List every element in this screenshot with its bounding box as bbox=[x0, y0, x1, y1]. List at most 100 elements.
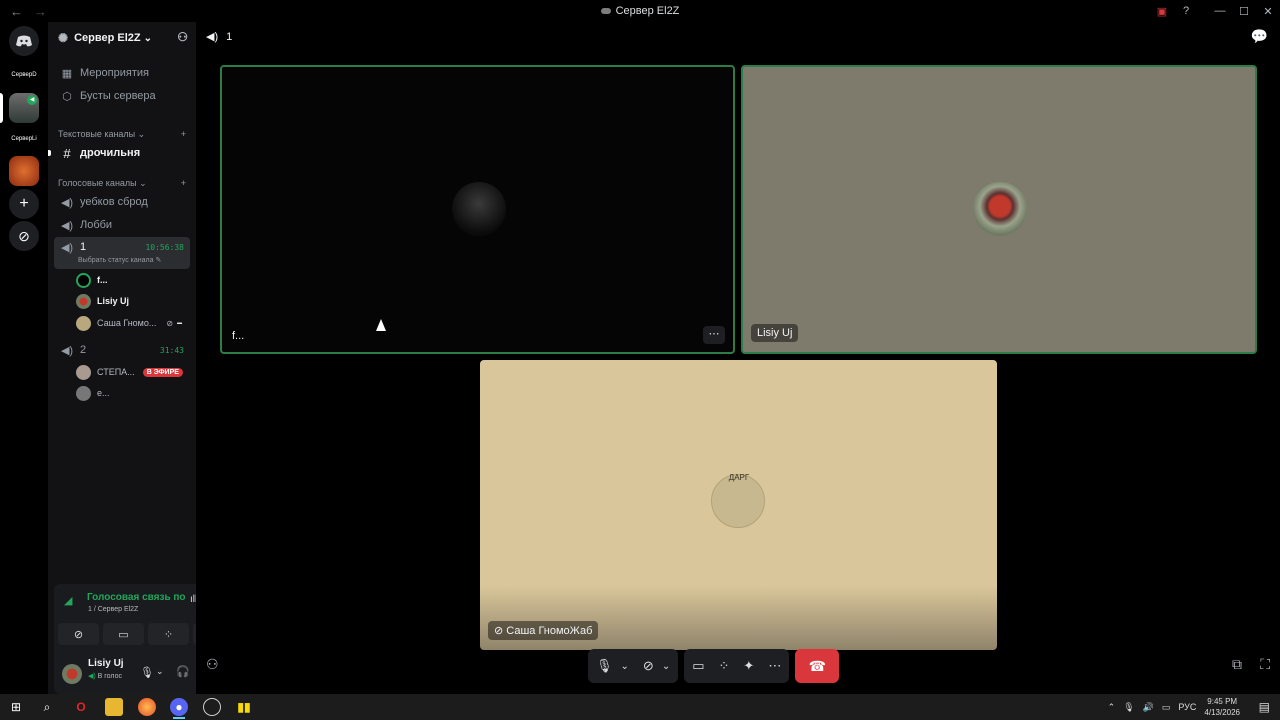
channel-status-hint[interactable]: Выбрать статус канала ✎ bbox=[78, 256, 161, 264]
text-channel-item[interactable]: # дрочильня bbox=[54, 143, 190, 163]
forward-button[interactable]: → bbox=[34, 4, 48, 19]
voice-channel-label: Лобби bbox=[80, 219, 113, 231]
more-options-icon[interactable]: ⋯ bbox=[768, 658, 781, 674]
network-icon[interactable]: ▭ bbox=[1162, 702, 1171, 713]
language-indicator[interactable]: РУС bbox=[1178, 702, 1196, 712]
windows-start-icon[interactable]: ⊞ bbox=[7, 698, 25, 716]
speaker-icon: ◀) bbox=[206, 31, 219, 43]
mic-camera-group: 🎙 ⌄ ⊘ ⌄ bbox=[588, 649, 679, 683]
window-title: Сервер El2Z bbox=[615, 5, 680, 17]
minimize-button[interactable]: — bbox=[1208, 5, 1232, 17]
voice-category[interactable]: Голосовые каналы ⌄ + bbox=[58, 178, 186, 189]
voice-user[interactable]: f... bbox=[76, 270, 190, 290]
voice-user[interactable]: СТЕПА... В ЭФИРЕ bbox=[76, 362, 190, 382]
tray-chevron-icon[interactable]: ⌃ bbox=[1108, 702, 1116, 713]
app-icon[interactable] bbox=[203, 698, 221, 716]
clock[interactable]: 9:45 PM 4/13/2026 bbox=[1204, 696, 1240, 718]
status-hint-text: Выбрать статус канала bbox=[78, 257, 154, 264]
discord-taskbar-icon[interactable]: ● bbox=[170, 698, 188, 716]
activities-icon[interactable]: ⁘ bbox=[719, 658, 730, 674]
avatar bbox=[76, 364, 91, 380]
activities-button[interactable]: ⁘ bbox=[148, 623, 189, 645]
popout-icon[interactable]: ⧉ bbox=[1232, 656, 1242, 673]
maximize-button[interactable]: ☐ bbox=[1232, 5, 1256, 18]
invite-to-call-icon[interactable]: ⚇ bbox=[206, 656, 219, 673]
guild-serverli[interactable]: СерверLi bbox=[9, 124, 39, 154]
add-channel-icon[interactable]: + bbox=[181, 129, 186, 140]
help-icon[interactable]: ? bbox=[1174, 5, 1198, 17]
explore-icon[interactable]: ⊘ bbox=[9, 221, 39, 251]
back-button[interactable]: ← bbox=[10, 4, 24, 19]
firefox-icon[interactable] bbox=[138, 698, 156, 716]
voice-channel-item[interactable]: ◀) 2 31:43 bbox=[54, 340, 190, 360]
avatar bbox=[76, 315, 91, 331]
signal-icon: ◢ bbox=[64, 595, 73, 607]
voice-channel-item-active[interactable]: ◀) 1 10:56:38 Выбрать статус канала ✎ bbox=[54, 237, 190, 269]
voice-channel-item[interactable]: ◀) уебков сброд bbox=[54, 192, 190, 212]
screen-share-indicator-icon[interactable]: ▣ bbox=[1150, 5, 1174, 18]
invite-icon[interactable]: ⚇ bbox=[177, 30, 188, 44]
search-icon[interactable]: ⌕ bbox=[38, 698, 56, 716]
participant-tile[interactable]: f... ⋯ bbox=[220, 65, 735, 354]
events-item[interactable]: ▦ Мероприятия bbox=[54, 63, 190, 83]
chevron-down-icon[interactable]: ⌄ bbox=[621, 661, 629, 672]
more-options-icon[interactable]: ⋯ bbox=[703, 326, 725, 344]
share-screen-button[interactable]: ▭ bbox=[103, 623, 144, 645]
voice-user[interactable]: Саша Гномо... ⊘ ━ bbox=[76, 313, 190, 333]
guild-label: СерверD bbox=[11, 72, 37, 78]
actions-group: ▭ ⁘ ✦ ⋯ bbox=[684, 649, 790, 683]
user-name[interactable]: Lisiy Uj bbox=[88, 658, 124, 669]
fullscreen-icon[interactable]: ⛶ bbox=[1260, 656, 1270, 673]
soundboard-icon[interactable]: ✦ bbox=[743, 658, 754, 674]
file-explorer-icon[interactable] bbox=[105, 698, 123, 716]
microphone-tray-icon[interactable]: 🎙 bbox=[1123, 702, 1134, 713]
discord-home-icon[interactable] bbox=[9, 26, 39, 56]
microphone-icon[interactable]: 🎙 bbox=[140, 666, 154, 679]
guild-el2z[interactable]: ◀ bbox=[9, 93, 39, 123]
add-server-icon[interactable]: + bbox=[9, 189, 39, 219]
headphones-icon[interactable]: 🎧 bbox=[176, 665, 190, 678]
participant-name: f... bbox=[232, 330, 245, 342]
voice-channel-item[interactable]: ◀) Лобби bbox=[54, 215, 190, 235]
chevron-down-icon: ⌄ bbox=[143, 32, 152, 44]
volume-icon[interactable]: 🔊 bbox=[1143, 702, 1154, 713]
hang-up-button[interactable]: ☎ bbox=[795, 649, 840, 683]
user-status: ◀) В голос bbox=[88, 672, 122, 680]
voice-location[interactable]: 1 / Сервер El2Z bbox=[88, 606, 138, 613]
guild-label: СерверLi bbox=[11, 136, 37, 142]
add-channel-icon[interactable]: + bbox=[181, 178, 186, 189]
pencil-icon: ✎ bbox=[155, 257, 162, 264]
participant-tile[interactable]: Lisiy Uj bbox=[741, 65, 1257, 354]
chevron-down-icon[interactable]: ⌄ bbox=[156, 666, 164, 677]
speaker-icon: ◀) bbox=[60, 344, 74, 357]
text-category[interactable]: Текстовые каналы ⌄ + bbox=[58, 129, 186, 140]
voice-user[interactable]: Lisiy Uj bbox=[76, 291, 190, 311]
participant-name: Lisiy Uj bbox=[751, 324, 799, 342]
chevron-down-icon[interactable]: ⌄ bbox=[662, 661, 670, 672]
voice-user-name: Lisiy Uj bbox=[97, 296, 130, 306]
camera-off-button[interactable]: ⊘ bbox=[58, 623, 99, 645]
microphone-icon[interactable]: 🎙 bbox=[596, 658, 613, 674]
voice-user[interactable]: e... bbox=[76, 383, 190, 403]
server-header[interactable]: ✺ Сервер El2Z ⌄ ⚇ bbox=[48, 22, 196, 54]
speaker-icon: ◀) bbox=[88, 673, 96, 680]
chat-bubble-icon[interactable]: 💬 bbox=[1251, 28, 1268, 45]
boost-icon: ⬡ bbox=[62, 90, 72, 103]
guild-fox[interactable] bbox=[9, 156, 39, 186]
guild-serverd[interactable]: СерверD bbox=[9, 60, 39, 90]
opera-icon[interactable]: O bbox=[72, 698, 90, 716]
call-area: ◀) 1 💬 f... ⋯ Lisiy Uj ДАРГ ⊘ Саша ГномоЖ… bbox=[196, 22, 1280, 694]
camera-off-icon[interactable]: ⊘ bbox=[643, 658, 654, 674]
boosts-item[interactable]: ⬡ Бусты сервера bbox=[54, 86, 190, 106]
server-name: Сервер El2Z bbox=[74, 32, 141, 44]
yellow-app-icon[interactable]: ▮▮ bbox=[235, 698, 253, 716]
close-button[interactable]: ✕ bbox=[1256, 5, 1280, 18]
avatar[interactable] bbox=[62, 664, 82, 684]
calendar-icon: ▦ bbox=[61, 67, 73, 80]
voice-status[interactable]: Голосовая связь по bbox=[87, 592, 186, 603]
notifications-icon[interactable]: ▤ bbox=[1259, 700, 1270, 714]
call-controls: 🎙 ⌄ ⊘ ⌄ ▭ ⁘ ✦ ⋯ ☎ bbox=[588, 649, 840, 683]
participant-tile[interactable]: ДАРГ ⊘ Саша ГномоЖаб bbox=[480, 360, 997, 650]
share-screen-icon[interactable]: ▭ bbox=[692, 658, 704, 674]
events-label: Мероприятия bbox=[80, 67, 149, 79]
